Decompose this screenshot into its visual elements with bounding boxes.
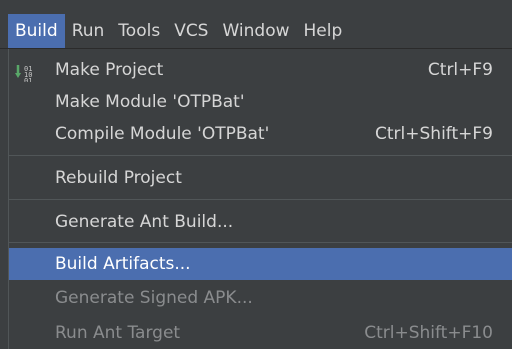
menu-item-label: Generate Ant Build...: [55, 212, 234, 232]
ide-window: Build Run Tools VCS Window Help 01 10 01…: [0, 0, 512, 349]
menu-item-label: Build Artifacts...: [55, 254, 191, 274]
menu-window[interactable]: Window: [215, 14, 296, 48]
menu-vcs[interactable]: VCS: [167, 14, 215, 48]
menu-item-label: Make Project: [55, 60, 164, 80]
menu-item-make-module[interactable]: Make Module 'OTPBat': [9, 86, 512, 118]
menu-item-shortcut: Ctrl+Shift+F9: [375, 124, 493, 144]
menu-item-run-ant-target: Run Ant Target Ctrl+Shift+F10: [9, 317, 512, 349]
menu-separator: [9, 242, 512, 243]
menu-item-rebuild-project[interactable]: Rebuild Project: [9, 162, 512, 194]
menu-separator: [9, 155, 512, 156]
menu-item-build-artifacts[interactable]: Build Artifacts...: [9, 248, 512, 280]
svg-text:01: 01: [24, 77, 32, 82]
menu-bar: Build Run Tools VCS Window Help: [0, 14, 512, 49]
make-project-icon: 01 10 01: [15, 61, 37, 85]
menu-separator: [9, 199, 512, 200]
menu-tools[interactable]: Tools: [111, 14, 167, 48]
menu-item-generate-ant-build[interactable]: Generate Ant Build...: [9, 206, 512, 238]
menu-item-compile-module[interactable]: Compile Module 'OTPBat' Ctrl+Shift+F9: [9, 118, 512, 150]
menu-item-label: Generate Signed APK...: [55, 288, 253, 308]
window-top-strip: [0, 0, 512, 14]
build-menu-dropdown: 01 10 01 Make Project Ctrl+F9 Make Modul…: [8, 49, 512, 349]
menu-item-label: Compile Module 'OTPBat': [55, 124, 270, 144]
menu-item-shortcut: Ctrl+Shift+F10: [364, 323, 493, 343]
menu-item-shortcut: Ctrl+F9: [427, 60, 493, 80]
menu-item-label: Run Ant Target: [55, 323, 181, 343]
menu-help[interactable]: Help: [297, 14, 350, 48]
menu-run[interactable]: Run: [65, 14, 112, 48]
menu-item-label: Make Module 'OTPBat': [55, 92, 245, 112]
menu-item-label: Rebuild Project: [55, 168, 182, 188]
menu-item-make-project[interactable]: 01 10 01 Make Project Ctrl+F9: [9, 54, 512, 86]
menu-build[interactable]: Build: [8, 14, 65, 48]
menu-item-generate-signed-apk: Generate Signed APK...: [9, 282, 512, 314]
